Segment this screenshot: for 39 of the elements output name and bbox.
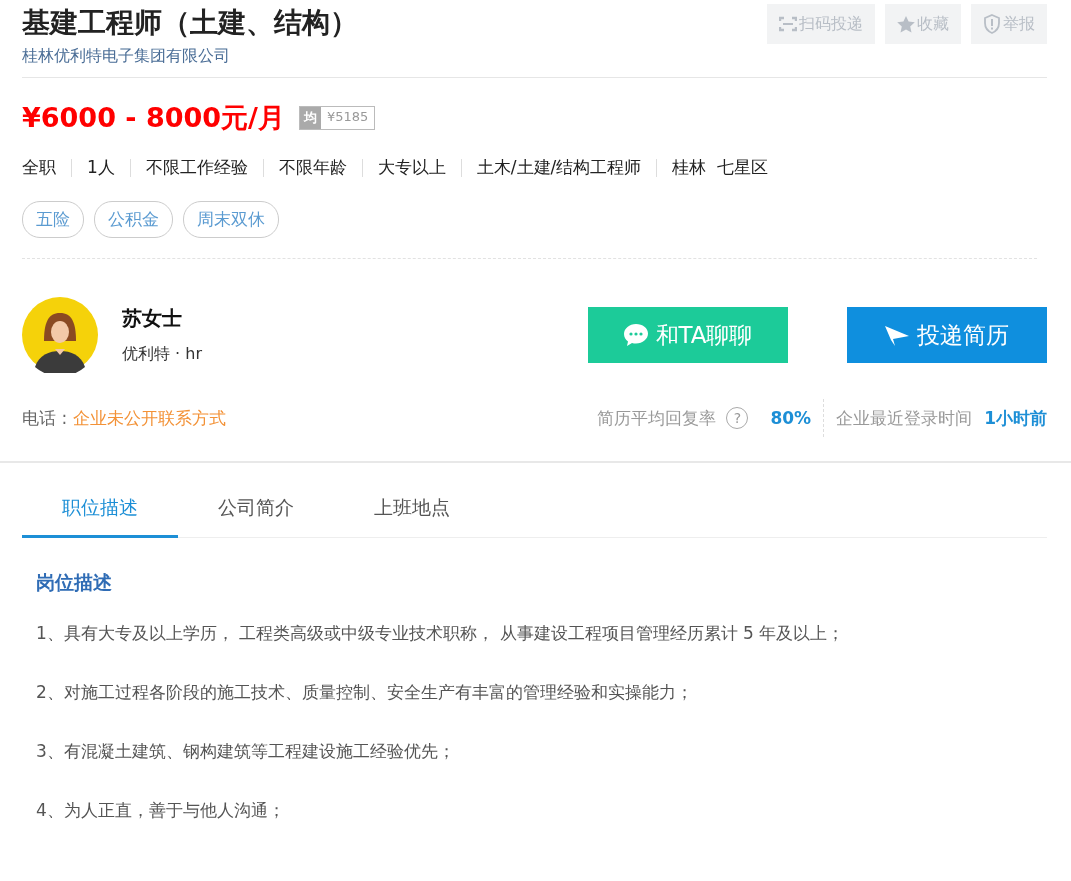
job-title: 基建工程师（土建、结构） — [22, 5, 358, 41]
star-icon — [897, 15, 915, 33]
average-label: 均 — [299, 107, 321, 129]
requirement-text: 3、有混凝土建筑、钢构建筑等工程建设施工经验优先； — [36, 740, 456, 763]
paper-plane-icon — [885, 324, 909, 346]
job-attribute: 土木/土建/结构工程师 — [476, 156, 642, 179]
benefit-tag: 公积金 — [94, 201, 173, 238]
reply-rate-label: 简历平均回复率 — [597, 406, 717, 430]
job-attribute: 桂林 七星区 — [672, 156, 769, 179]
scan-icon — [779, 16, 797, 32]
salary-range: ¥6000 - 8000元/月 — [22, 101, 285, 135]
phone-value: 企业未公开联系方式 — [73, 406, 227, 430]
job-attribute: 1人 — [87, 156, 115, 179]
last-login-label: 企业最近登录时间 — [836, 406, 973, 430]
shield-alert-icon — [983, 14, 1001, 34]
reply-rate-value: 80% — [770, 408, 812, 428]
apply-button[interactable]: 投递简历 — [847, 307, 1047, 363]
average-salary: ¥5185 — [325, 108, 370, 126]
chat-bubble-icon — [623, 324, 648, 346]
job-attribute: 不限年龄 — [278, 156, 347, 179]
tab[interactable]: 上班地点 — [334, 495, 490, 538]
job-attribute: 大专以上 — [377, 156, 446, 179]
phone-label: 电话 : — [22, 406, 68, 430]
recruiter-name: 苏女士 — [122, 305, 183, 332]
job-attribute: 不限工作经验 — [145, 156, 248, 179]
avatar-icon — [22, 297, 98, 373]
requirement-text: 1、具有大专及以上学历， 工程类高级或中级专业技术职称， 从事建设工程项目管理经历累计 5 年及以上； — [36, 622, 846, 645]
last-login-value: 1小时前 — [984, 406, 1047, 430]
requirement-text: 2、对施工过程各阶段的施工技术、质量控制、安全生产有丰富的管理经验和实操能力； — [36, 681, 694, 704]
requirement-text: 4、为人正直，善于与他人沟通； — [36, 799, 286, 822]
benefit-tag: 周末双休 — [183, 201, 279, 238]
tab[interactable]: 公司简介 — [178, 495, 334, 538]
tab[interactable]: 职位描述 — [22, 495, 178, 538]
section-heading: 岗位描述 — [36, 570, 113, 595]
job-attribute: 全职 — [22, 156, 56, 179]
benefit-tag: 五险 — [22, 201, 84, 238]
company-link[interactable]: 桂林优利特电子集团有限公司 — [22, 46, 230, 65]
recruiter-role: 优利特 · hr — [122, 344, 202, 365]
chat-button[interactable]: 和TA聊聊 — [588, 307, 788, 363]
